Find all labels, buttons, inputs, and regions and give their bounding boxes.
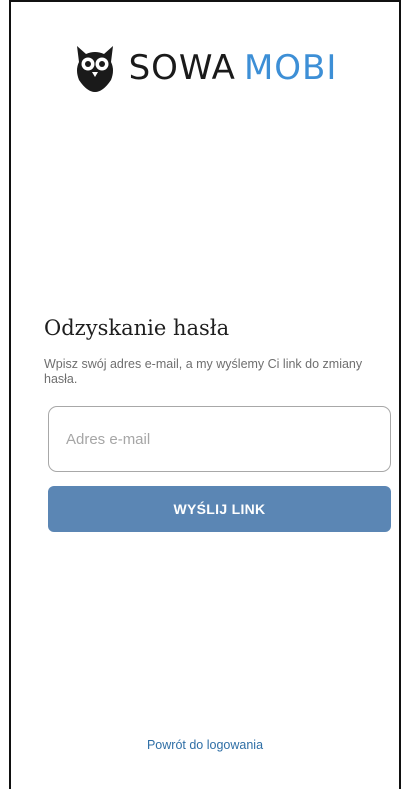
owl-icon: [73, 42, 117, 94]
logo-word-sowa: SOWA: [128, 48, 236, 88]
email-field[interactable]: [48, 406, 391, 472]
page-title: Odzyskanie hasła: [44, 316, 230, 340]
phone-screen: SOWA MOBI Odzyskanie hasła Wpisz swój adr…: [9, 0, 401, 789]
top-border: [11, 0, 399, 9]
logo-word-mobi: MOBI: [243, 48, 338, 88]
logo-wordmark: SOWA MOBI: [129, 51, 338, 85]
email-input[interactable]: [64, 429, 390, 449]
page-description: Wpisz swój adres e-mail, a my wyślemy Ci…: [44, 357, 363, 386]
back-to-login-link[interactable]: Powrót do logowania: [11, 738, 399, 752]
app-logo: SOWA MOBI: [11, 42, 399, 94]
send-link-button[interactable]: WYŚLIJ LINK: [48, 486, 391, 532]
